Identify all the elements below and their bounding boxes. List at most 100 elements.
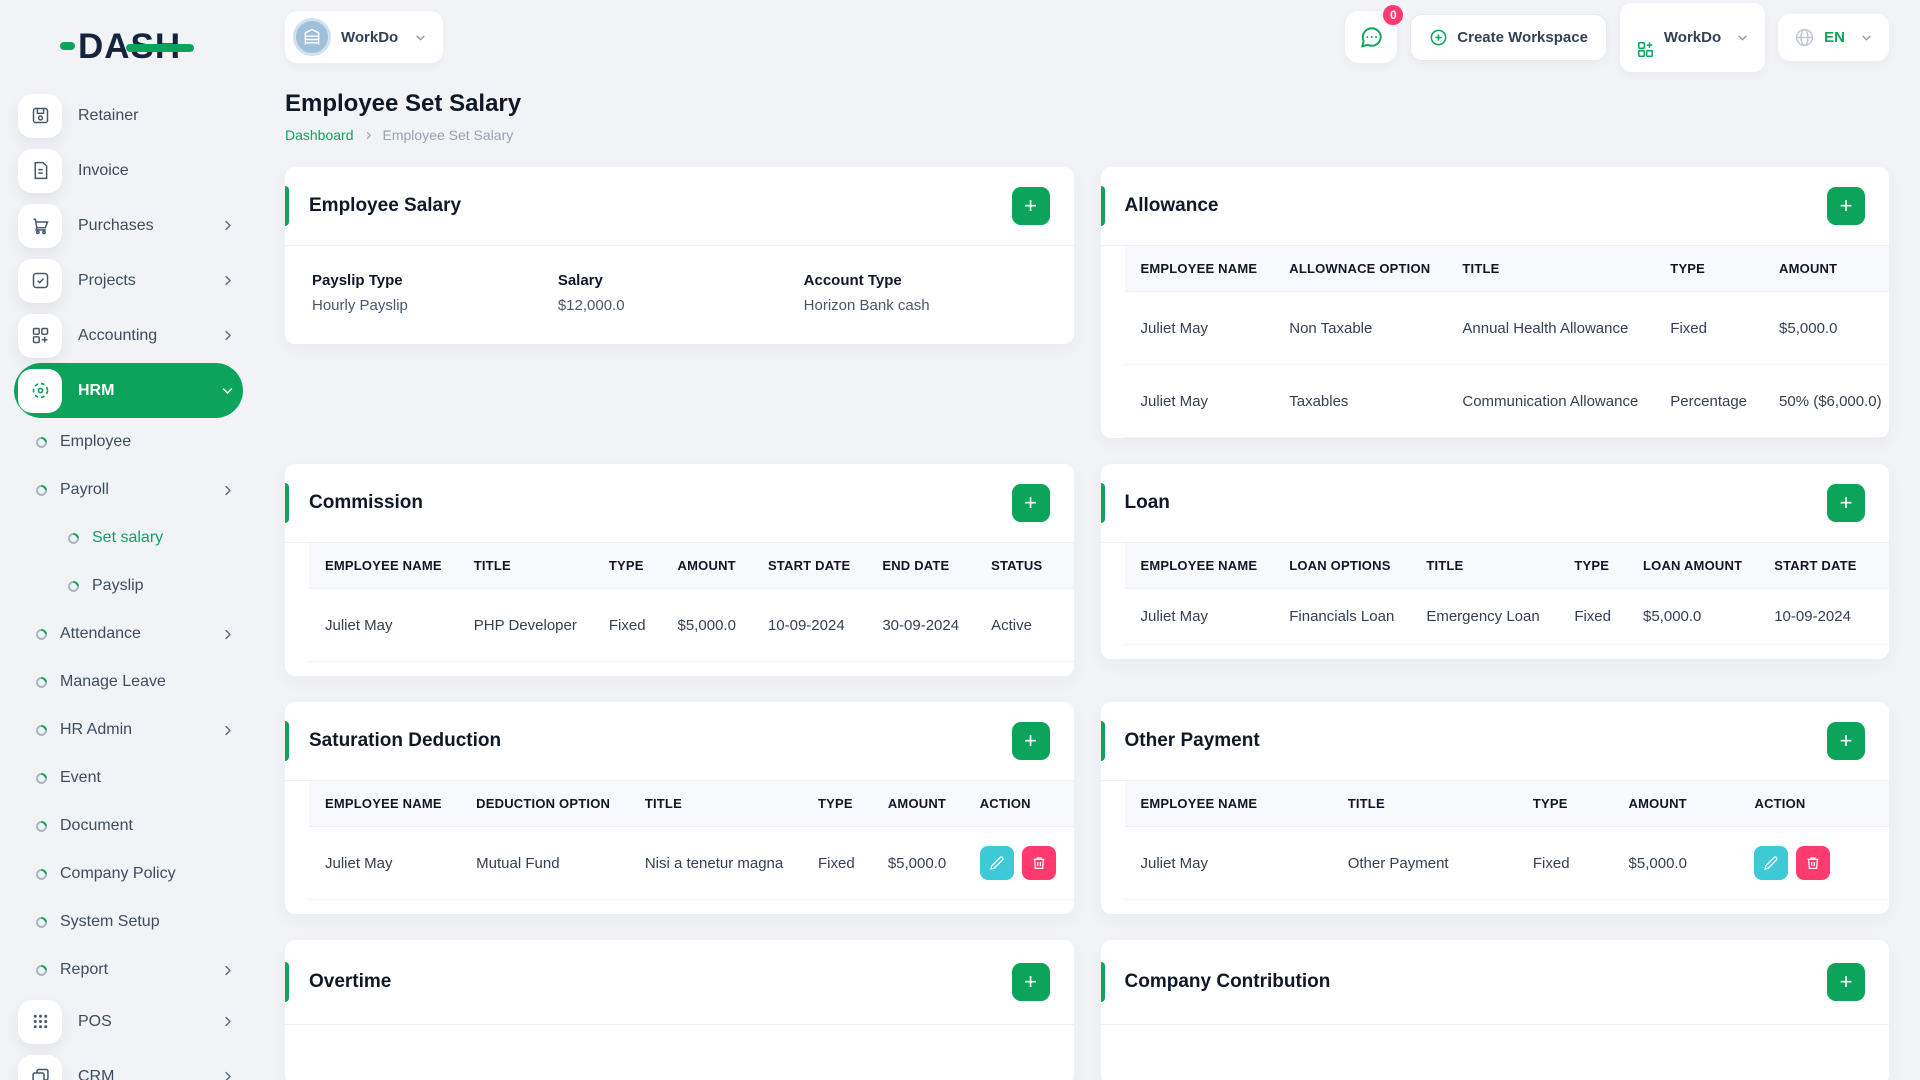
- add-employee-salary-button[interactable]: +: [1011, 187, 1050, 225]
- accounting-icon: [18, 313, 62, 358]
- chevron-right-icon: [220, 1069, 235, 1080]
- field-label: Payslip Type: [312, 272, 403, 289]
- table-cell: 30-09-2024: [1872, 588, 1889, 645]
- topbar-actions: 0 Create Workspace WorkDo EN: [1345, 2, 1889, 72]
- sidebar-item-label: Payslip: [92, 577, 144, 594]
- bullet-icon: [33, 818, 50, 834]
- chevron-right-icon: [220, 273, 235, 288]
- sidebar-item-crm[interactable]: CRM: [14, 1049, 243, 1080]
- sidebar-item-hrm[interactable]: HRM: [14, 363, 243, 418]
- breadcrumb-dashboard-link[interactable]: Dashboard: [285, 127, 354, 143]
- sidebar-item-company-policy[interactable]: Company Policy: [14, 850, 243, 898]
- commission-header: Commission +: [285, 464, 1074, 543]
- column-header-title: TITLE: [1410, 543, 1559, 589]
- sidebar-item-label: System Setup: [60, 913, 160, 930]
- sidebar-item-label: HR Admin: [60, 721, 133, 738]
- column-header-type: TYPE: [592, 543, 662, 589]
- table-row: Juliet May Taxables Communication Allowanc…: [1124, 364, 1889, 438]
- add-loan-button[interactable]: +: [1827, 484, 1865, 522]
- add-allowance-button[interactable]: +: [1827, 187, 1865, 225]
- edit-button[interactable]: [1754, 846, 1789, 880]
- create-workspace-button[interactable]: Create Workspace: [1410, 13, 1607, 61]
- language-selector[interactable]: EN: [1778, 13, 1889, 61]
- table-cell: Juliet May: [1124, 826, 1332, 900]
- sidebar-item-projects[interactable]: Projects: [14, 253, 243, 308]
- add-overtime-button[interactable]: +: [1011, 963, 1050, 1001]
- add-saturation-deduction-button[interactable]: +: [1011, 722, 1050, 760]
- add-other-payment-button[interactable]: +: [1827, 722, 1865, 760]
- table-cell: Fixed: [1516, 826, 1613, 900]
- company-contribution-card: Company Contribution +: [1100, 940, 1889, 1080]
- column-header-deduction-option: DEDUCTION OPTION: [460, 781, 629, 827]
- sidebar-item-report[interactable]: Report: [14, 946, 243, 994]
- main-area: WorkDo 0 Create Workspace WorkDo EN Empl…: [257, 0, 1920, 1080]
- commission-card: Commission + EMPLOYEE NAME TITLE TYPE AMOUN…: [285, 464, 1074, 676]
- sidebar-item-label: Payroll: [60, 481, 109, 498]
- column-header-employee-name: EMPLOYEE NAME: [309, 543, 458, 589]
- table-cell: Juliet May: [1124, 291, 1274, 365]
- sidebar-item-label: Manage Leave: [60, 673, 166, 690]
- sidebar-item-payslip[interactable]: Payslip: [14, 562, 243, 610]
- delete-button[interactable]: [1796, 846, 1831, 880]
- edit-button[interactable]: [979, 846, 1014, 880]
- column-header-start-date: START DATE: [751, 543, 867, 589]
- field-value: Horizon Bank cash: [803, 297, 930, 314]
- delete-button[interactable]: [1021, 846, 1056, 880]
- table-cell: Fixed: [592, 588, 662, 662]
- sidebar-item-accounting[interactable]: Accounting: [14, 308, 243, 363]
- sidebar-item-system-setup[interactable]: System Setup: [14, 898, 243, 946]
- sidebar-item-hr-admin[interactable]: HR Admin: [14, 706, 243, 754]
- other-payment-header: Other Payment +: [1100, 702, 1889, 781]
- workspace-avatar: [293, 18, 331, 56]
- projects-icon: [18, 258, 62, 303]
- add-company-contribution-button[interactable]: +: [1827, 963, 1865, 1001]
- purchases-icon: [18, 203, 62, 248]
- card-title: Overtime: [309, 971, 392, 992]
- sidebar-item-document[interactable]: Document: [14, 802, 243, 850]
- bullet-icon: [33, 962, 50, 978]
- allowance-card: Allowance + EMPLOYEE NAME ALLOWNACE OPTIO…: [1100, 167, 1889, 438]
- sidebar-item-invoice[interactable]: Invoice: [14, 143, 243, 198]
- chevron-right-icon: [363, 130, 374, 141]
- table-cell: 30-09-2024: [866, 588, 976, 662]
- pos-icon: [18, 999, 62, 1044]
- sidebar-item-purchases[interactable]: Purchases: [14, 198, 243, 253]
- retainer-icon: [18, 93, 62, 138]
- sidebar-item-event[interactable]: Event: [14, 754, 243, 802]
- crm-icon: [18, 1054, 62, 1080]
- sidebar-item-pos[interactable]: POS: [14, 994, 243, 1049]
- messages-button[interactable]: 0: [1345, 3, 1406, 63]
- chevron-down-icon: [1736, 31, 1749, 44]
- card-title: Other Payment: [1124, 730, 1260, 751]
- sidebar-item-label: Retainer: [78, 106, 139, 124]
- field-label: Account Type: [803, 272, 902, 289]
- column-header-allownace-option: ALLOWNACE OPTION: [1273, 246, 1447, 292]
- sidebar-item-payroll[interactable]: Payroll: [14, 466, 243, 514]
- sidebar-item-attendance[interactable]: Attendance: [14, 610, 243, 658]
- sidebar-item-employee[interactable]: Employee: [14, 418, 243, 466]
- table-cell: $5,000.0: [871, 826, 964, 900]
- sidebar-item-label: Document: [60, 817, 133, 834]
- table-cell: Nisi a tenetur magna: [628, 826, 803, 900]
- table-row: Juliet May Other Payment Fixed $5,000.0: [1124, 826, 1889, 900]
- workdo-apps-menu[interactable]: WorkDo: [1619, 2, 1766, 72]
- app-logo[interactable]: DASH: [14, 18, 243, 74]
- column-header-type: TYPE: [1516, 781, 1613, 827]
- workspace-switcher[interactable]: WorkDo: [285, 11, 444, 63]
- bullet-icon: [33, 482, 50, 498]
- chevron-right-icon: [220, 627, 235, 642]
- card-title: Company Contribution: [1124, 971, 1331, 992]
- add-commission-button[interactable]: +: [1011, 484, 1050, 522]
- sidebar-item-set-salary[interactable]: Set salary: [14, 514, 243, 562]
- table-cell: $5,000.0: [1763, 291, 1889, 365]
- field-label: Salary: [557, 272, 603, 289]
- language-label: EN: [1824, 28, 1845, 46]
- table-cell: Annual Health Allowance: [1446, 291, 1655, 365]
- sidebar-item-manage-leave[interactable]: Manage Leave: [14, 658, 243, 706]
- chevron-right-icon: [220, 218, 235, 233]
- sidebar-item-retainer[interactable]: Retainer: [14, 88, 243, 143]
- column-header-action: ACTION: [1058, 543, 1074, 589]
- column-header-title: TITLE: [628, 781, 803, 827]
- field-account-type: Account Type Horizon Bank cash: [804, 272, 1050, 314]
- workdo-menu-label: WorkDo: [1663, 28, 1722, 46]
